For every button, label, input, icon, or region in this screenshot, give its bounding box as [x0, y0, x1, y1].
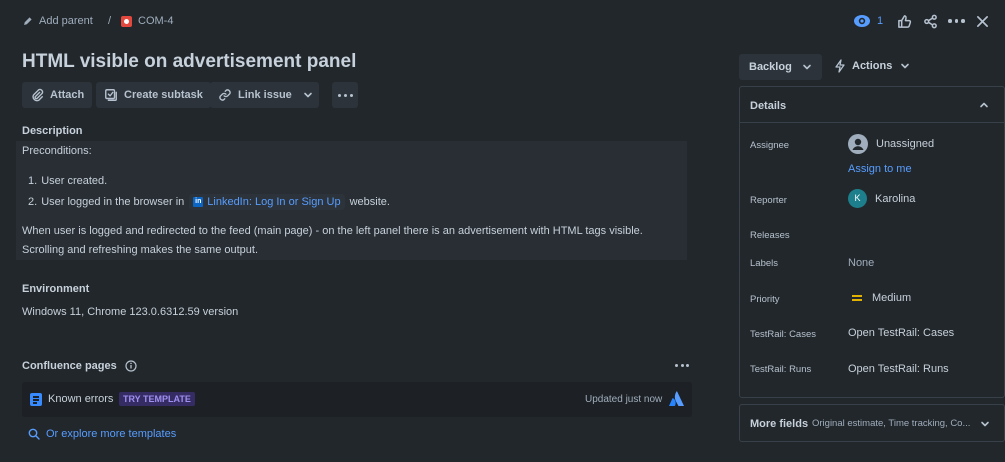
linkedin-link-text: LinkedIn: Log In or Sign Up: [207, 196, 341, 208]
watch-button[interactable]: 1: [853, 13, 883, 29]
linkedin-icon: in: [193, 197, 204, 207]
create-subtask-label: Create subtask: [124, 89, 203, 101]
details-header[interactable]: Details: [740, 87, 1004, 123]
list-text: website.: [349, 196, 390, 208]
assignee-field[interactable]: Unassigned: [848, 134, 934, 154]
labels-value[interactable]: None: [848, 257, 874, 269]
assignee-label: Assignee: [750, 140, 790, 151]
link-issue-label: Link issue: [238, 89, 292, 101]
list-number: 2.: [28, 196, 38, 208]
create-subtask-button[interactable]: Create subtask: [96, 82, 211, 108]
dot-icon: [343, 93, 347, 97]
priority-value: Medium: [872, 292, 912, 304]
confluence-template-row[interactable]: Known errors TRY TEMPLATE Updated just n…: [22, 382, 692, 417]
attach-button[interactable]: Attach: [22, 82, 93, 108]
assign-to-me-link[interactable]: Assign to me: [848, 163, 912, 175]
link-icon: [219, 89, 231, 101]
list-item: 2. User logged in the browser in in Link…: [28, 194, 390, 210]
pencil-icon: [24, 16, 32, 25]
environment-value[interactable]: Windows 11, Chrome 123.0.6312.59 version: [22, 306, 238, 318]
testrail-cases-label: TestRail: Cases: [750, 329, 816, 340]
description-text: Scrolling and refreshing makes the same …: [22, 244, 259, 256]
priority-medium-icon: [852, 295, 862, 301]
labels-label: Labels: [750, 258, 778, 269]
search-icon: [28, 428, 40, 440]
close-icon[interactable]: [976, 15, 989, 28]
status-label: Backlog: [749, 61, 792, 73]
details-heading: Details: [750, 100, 787, 112]
template-title: Known errors: [48, 393, 114, 405]
top-bar: Add parent / COM-4 1: [0, 0, 1005, 44]
eye-icon: [854, 15, 870, 27]
more-fields-summary: Original estimate, Time tracking, Co...: [812, 418, 971, 429]
more-toolbar-button[interactable]: [332, 82, 358, 108]
linkedin-smart-link[interactable]: in LinkedIn: Log In or Sign Up: [189, 194, 345, 210]
description-text: When user is logged and redirected to th…: [22, 225, 643, 237]
actions-label: Actions: [852, 60, 893, 72]
link-issue-button[interactable]: Link issue: [210, 82, 302, 108]
more-fields-heading: More fields: [750, 418, 809, 430]
details-panel: Details Assignee Unassigned Assign to me…: [739, 86, 1005, 398]
try-template-badge: TRY TEMPLATE: [119, 392, 195, 406]
list-text: User logged in the browser in: [41, 196, 185, 208]
actions-button[interactable]: Actions: [834, 59, 910, 73]
confluence-more-icon[interactable]: [675, 364, 689, 367]
attach-label: Attach: [50, 89, 85, 101]
testrail-cases-link[interactable]: Open TestRail: Cases: [848, 327, 954, 339]
bug-icon: [121, 15, 132, 27]
assignee-value: Unassigned: [876, 138, 935, 150]
paperclip-icon: [32, 88, 44, 102]
list-text: User created.: [41, 175, 108, 187]
description-body[interactable]: Preconditions: 1. User created. 2. User …: [16, 141, 687, 260]
avatar-icon: [848, 134, 868, 154]
status-dropdown[interactable]: Backlog: [739, 54, 822, 80]
chevron-down-icon: [901, 63, 910, 69]
preconditions-text: Preconditions:: [22, 145, 92, 157]
reporter-field[interactable]: K Karolina: [848, 189, 915, 208]
issue-key-link[interactable]: COM-4: [121, 15, 173, 27]
testrail-runs-link[interactable]: Open TestRail: Runs: [848, 363, 949, 375]
more-fields-panel[interactable]: More fields Original estimate, Time trac…: [739, 404, 1005, 442]
testrail-runs-label: TestRail: Runs: [750, 364, 812, 375]
confluence-header: Confluence pages: [22, 360, 137, 372]
priority-field[interactable]: Medium: [852, 292, 911, 304]
watch-count: 1: [877, 15, 884, 27]
add-parent-label: Add parent: [39, 15, 93, 27]
explore-templates-label: Or explore more templates: [46, 428, 177, 440]
dot-icon: [349, 93, 353, 97]
reporter-avatar: K: [848, 189, 867, 208]
explore-templates-link[interactable]: Or explore more templates: [28, 428, 176, 440]
add-parent-link[interactable]: Add parent: [22, 15, 93, 27]
breadcrumb-separator: /: [108, 15, 112, 27]
list-item: 1. User created.: [28, 175, 107, 187]
share-icon[interactable]: [923, 14, 938, 29]
template-status: Updated just now: [585, 394, 663, 405]
link-issue-dropdown[interactable]: [296, 82, 319, 108]
page-icon: [30, 393, 42, 406]
releases-label: Releases: [750, 230, 790, 241]
chevron-down-icon: [303, 92, 312, 98]
chevron-up-icon: [980, 102, 988, 108]
priority-label: Priority: [750, 294, 780, 305]
issue-key: COM-4: [138, 15, 174, 27]
more-actions-icon[interactable]: [948, 19, 965, 23]
environment-heading: Environment: [22, 283, 90, 295]
like-icon[interactable]: [897, 14, 912, 29]
atlassian-logo-icon: [669, 391, 684, 406]
subtask-icon: [105, 89, 117, 101]
confluence-heading: Confluence pages: [22, 360, 117, 372]
dot-icon: [337, 93, 341, 97]
chevron-down-icon: [981, 421, 989, 427]
info-icon[interactable]: [125, 360, 137, 372]
reporter-value: Karolina: [875, 192, 916, 205]
lightning-icon: [835, 59, 845, 73]
issue-title[interactable]: HTML visible on advertisement panel: [22, 51, 356, 73]
description-heading: Description: [22, 125, 83, 137]
list-number: 1.: [28, 175, 38, 187]
reporter-label: Reporter: [750, 195, 787, 206]
chevron-down-icon: [802, 64, 811, 70]
